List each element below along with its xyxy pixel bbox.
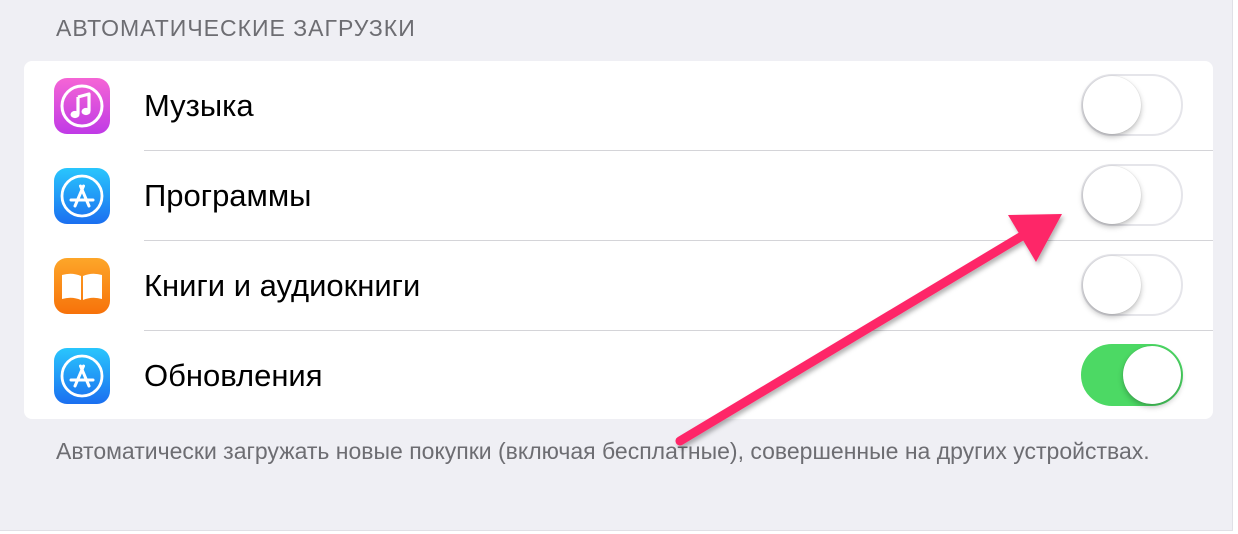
row-books: Книги и аудиокниги: [24, 241, 1213, 331]
row-label: Обновления: [144, 358, 323, 393]
row-music: Музыка: [24, 61, 1213, 151]
row-apps: Программы: [24, 151, 1213, 241]
section-header: АВТОМАТИЧЕСКИЕ ЗАГРУЗКИ: [56, 15, 416, 41]
updates-toggle[interactable]: [1081, 344, 1183, 406]
row-label: Книги и аудиокниги: [144, 268, 421, 303]
app-store-icon: [54, 168, 110, 224]
app-store-icon: [54, 348, 110, 404]
row-label: Музыка: [144, 88, 254, 123]
footer-text: Автоматически загружать новые покупки (в…: [56, 438, 1150, 464]
music-toggle[interactable]: [1081, 74, 1183, 136]
books-toggle[interactable]: [1081, 254, 1183, 316]
settings-screen: АВТОМАТИЧЕСКИЕ ЗАГРУЗКИ Музыка Программы…: [0, 0, 1233, 531]
toggle-knob: [1083, 256, 1141, 314]
toggle-knob: [1083, 166, 1141, 224]
toggle-knob: [1083, 76, 1141, 134]
auto-downloads-group: Музыка Программы Книги и аудиокниги Обно…: [24, 61, 1213, 419]
itunes-music-icon: [54, 78, 110, 134]
ibooks-icon: [54, 258, 110, 314]
toggle-knob: [1123, 346, 1181, 404]
apps-toggle[interactable]: [1081, 164, 1183, 226]
row-updates: Обновления: [24, 331, 1213, 419]
row-label: Программы: [144, 178, 312, 213]
